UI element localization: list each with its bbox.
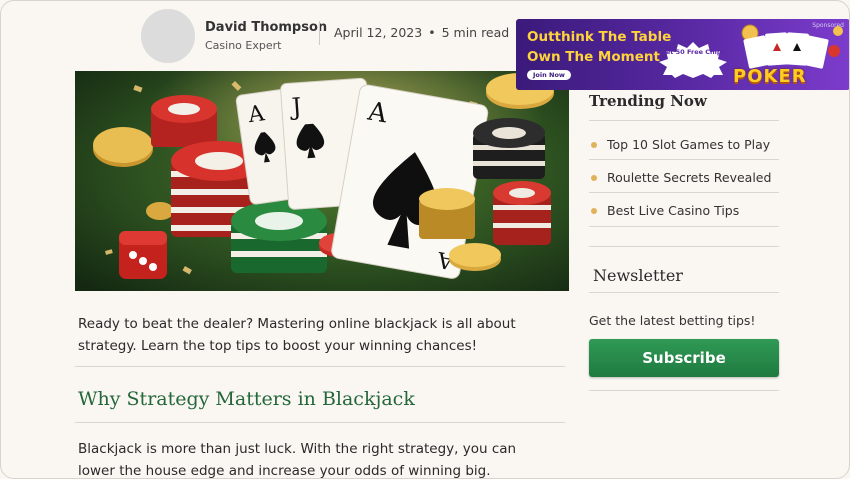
divider xyxy=(589,292,779,293)
trending-item-label: Roulette Secrets Revealed xyxy=(607,170,772,185)
article-intro: Ready to beat the dealer? Mastering onli… xyxy=(78,316,516,354)
divider xyxy=(589,192,779,193)
trending-item-label: Top 10 Slot Games to Play xyxy=(607,137,771,152)
meta-divider xyxy=(319,21,320,45)
article-meta: April 12, 2023 • 5 min read xyxy=(334,25,509,40)
trending-item[interactable]: Best Live Casino Tips xyxy=(591,203,739,218)
ad-headline: Own The Moment xyxy=(527,49,660,65)
ad-banner[interactable]: Sponsored Outthink The Table Own The Mom… xyxy=(516,19,849,90)
bullet-icon xyxy=(591,174,597,181)
bullet-icon xyxy=(591,207,597,214)
divider xyxy=(75,422,565,423)
ad-join-button[interactable]: Join Now xyxy=(527,70,571,80)
subscribe-button[interactable]: Subscribe xyxy=(589,339,779,377)
read-time: 5 min read xyxy=(441,25,510,40)
ad-headline: Outthink The Table xyxy=(527,29,672,45)
trending-title: Trending Now xyxy=(589,92,707,110)
newsletter-text: Get the latest betting tips! xyxy=(589,313,756,328)
hero-illustration: A J A A xyxy=(75,71,569,291)
ad-offer: Get 50 Free Chips xyxy=(660,48,726,56)
page-frame: David Thompson Casino Expert April 12, 2… xyxy=(0,0,850,479)
ad-logo: POKER xyxy=(733,66,807,87)
hero-image: A J A A xyxy=(75,71,569,291)
article-paragraph: Blackjack is more than just luck. With t… xyxy=(78,441,517,479)
divider xyxy=(589,120,779,121)
trending-item[interactable]: Roulette Secrets Revealed xyxy=(591,170,771,185)
trending-item[interactable]: Top 10 Slot Games to Play xyxy=(591,137,770,152)
newsletter-title: Newsletter xyxy=(593,266,683,285)
publish-date: April 12, 2023 xyxy=(334,25,423,40)
author-name[interactable]: David Thompson xyxy=(205,20,327,35)
divider xyxy=(589,159,779,160)
bullet-icon xyxy=(591,141,597,148)
trending-item-label: Best Live Casino Tips xyxy=(607,203,740,218)
divider xyxy=(589,226,779,227)
author-role: Casino Expert xyxy=(205,39,282,52)
divider xyxy=(75,366,565,367)
playing-cards-icon xyxy=(741,24,843,69)
meta-separator: • xyxy=(428,25,436,40)
section-heading: Why Strategy Matters in Blackjack xyxy=(78,388,415,410)
avatar xyxy=(141,9,195,63)
divider xyxy=(589,390,779,391)
divider xyxy=(589,246,779,247)
